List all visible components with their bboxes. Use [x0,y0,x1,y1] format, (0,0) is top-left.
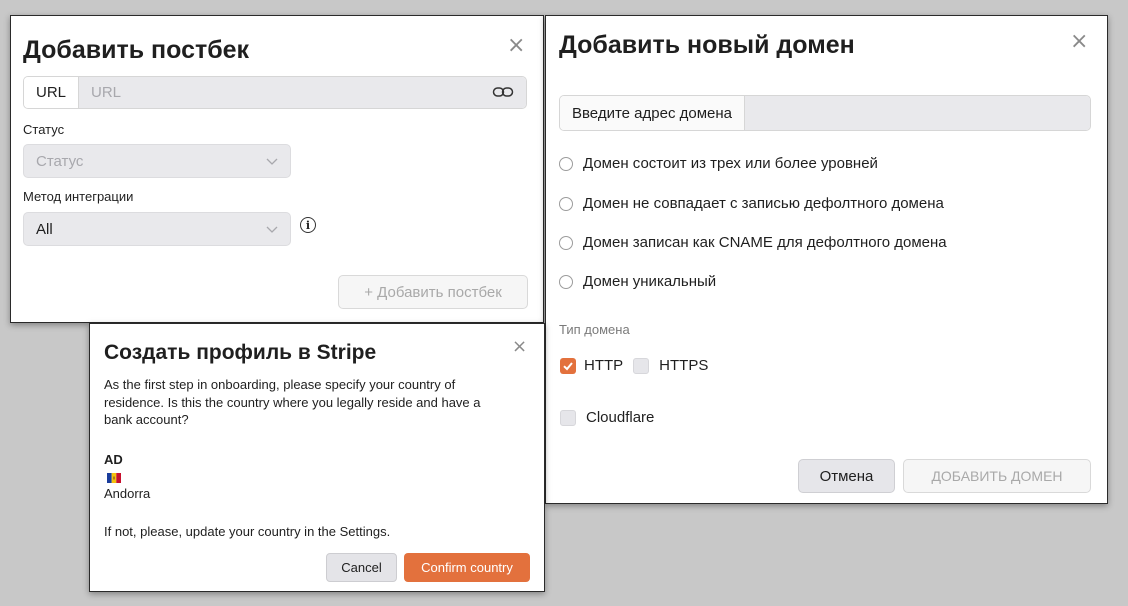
dialog-title: Создать профиль в Stripe [104,341,377,364]
chevron-down-icon [266,222,278,239]
dialog-title: Добавить постбек [23,36,250,64]
close-icon[interactable]: × [1070,31,1088,53]
cancel-button[interactable]: Cancel [326,553,397,582]
intro-text: As the first step in onboarding, please … [104,377,481,427]
integration-method-value: All [36,220,53,238]
add-domain-button[interactable]: ДОБАВИТЬ ДОМЕН [903,459,1091,493]
check-item[interactable]: Домен уникальный [559,273,716,290]
add-domain-dialog: Добавить новый домен × Введите адрес дом… [545,15,1108,504]
domain-address-input[interactable] [744,96,1090,130]
check-item-label: Домен состоит из трех или более уровней [583,155,878,172]
settings-note: If not, please, update your country in t… [104,524,391,539]
chevron-down-icon [266,154,278,171]
url-field-group: URL URL [23,76,527,109]
check-item-label: Домен записан как CNAME для дефолтного д… [583,234,947,251]
country-code: AD [104,452,123,467]
link-icon [492,84,514,104]
status-placeholder: Статус [36,152,84,170]
url-placeholder: URL [91,84,122,101]
confirm-country-button[interactable]: Confirm country [404,553,530,582]
radio-circle[interactable] [559,196,573,211]
domain-address-addon: Введите адрес домена [560,96,745,130]
https-label: HTTPS [659,357,709,374]
check-item-label: Домен уникальный [583,273,717,290]
status-select[interactable]: Статус [23,144,291,178]
cancel-button[interactable]: Отмена [798,459,895,493]
radio-circle[interactable] [559,156,573,171]
http-checkbox[interactable] [560,357,576,374]
url-addon: URL [24,77,79,108]
check-item[interactable]: Домен состоит из трех или более уровней [559,155,878,172]
status-label: Статус [23,122,65,137]
close-icon[interactable]: × [507,35,525,57]
domain-type-label: Тип домена [559,322,630,337]
add-postback-dialog: Добавить постбек × URL URL Статус Статус… [10,15,544,323]
close-icon[interactable]: × [512,336,527,358]
http-label: HTTP [584,357,624,374]
check-item-label: Домен не совпадает с записью дефолтного … [583,195,944,212]
https-checkbox[interactable] [633,357,650,374]
integration-method-select[interactable]: All [23,212,291,246]
integration-method-label: Метод интеграции [23,189,134,204]
add-postback-button[interactable]: + Добавить постбек [338,275,528,309]
domain-address-group: Введите адрес домена [559,95,1091,131]
info-icon[interactable]: i [300,217,316,233]
check-item[interactable]: Домен не совпадает с записью дефолтного … [559,195,944,212]
cloudflare-checkbox-row[interactable]: Cloudflare [560,409,654,426]
cloudflare-checkbox[interactable] [560,409,576,426]
country-name: Andorra [104,486,151,501]
check-item[interactable]: Домен записан как CNAME для дефолтного д… [559,234,947,251]
stripe-profile-dialog: Создать профиль в Stripe × As the first … [89,323,545,592]
dialog-title: Добавить новый домен [559,31,855,59]
url-input[interactable]: URL [79,77,526,108]
radio-circle[interactable] [559,274,573,289]
radio-circle[interactable] [559,235,573,250]
http-checkbox-row[interactable]: HTTP HTTPS [560,357,708,374]
cloudflare-label: Cloudflare [586,409,655,426]
